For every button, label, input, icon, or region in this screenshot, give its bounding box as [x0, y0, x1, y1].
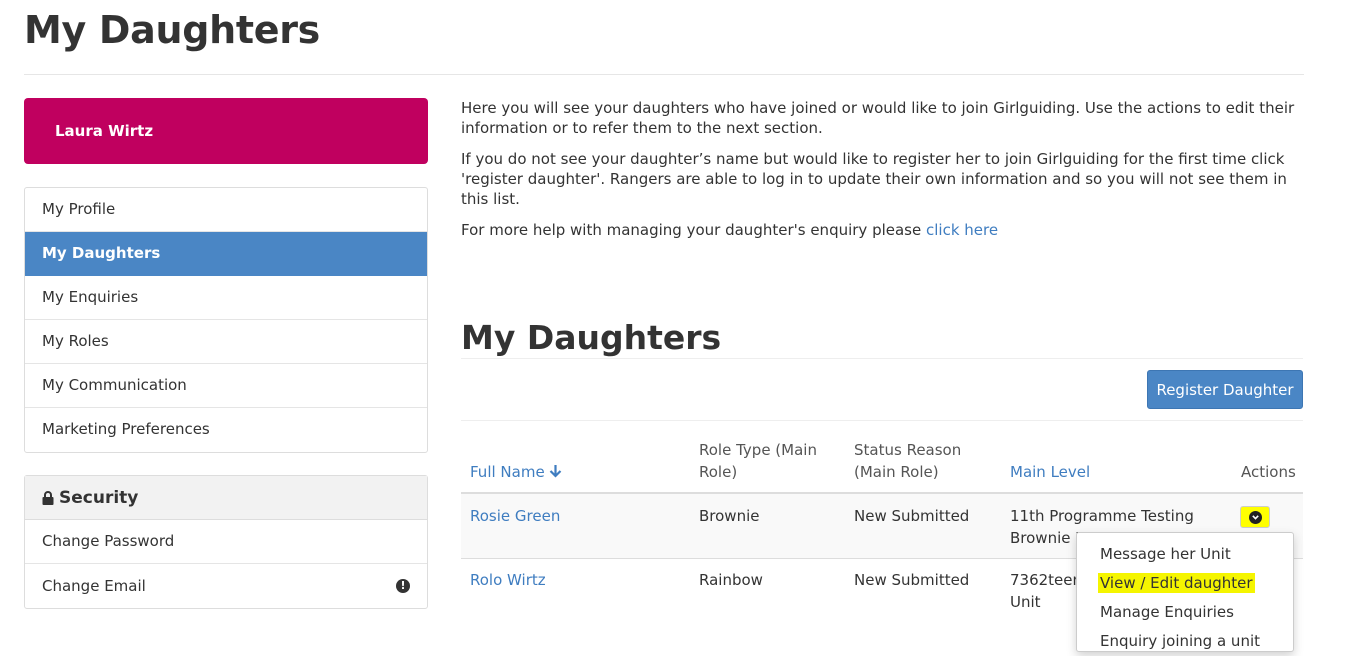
- help-link[interactable]: click here: [926, 221, 998, 239]
- change-email-link[interactable]: Change Email !: [25, 564, 427, 608]
- lock-icon: [42, 490, 54, 505]
- register-daughter-button[interactable]: Register Daughter: [1147, 370, 1303, 409]
- menu-item-label: Manage Enquiries: [1100, 603, 1234, 621]
- column-header-role-type: Role Type (Main Role): [699, 439, 817, 483]
- sidebar-nav: My Profile My Daughters My Enquiries My …: [24, 187, 428, 453]
- section-title: My Daughters: [461, 318, 722, 357]
- change-password-label: Change Password: [42, 532, 175, 550]
- intro-text: Here you will see your daughters who hav…: [461, 98, 1301, 251]
- status-cell: New Submitted: [854, 507, 970, 525]
- sidebar-item-my-roles[interactable]: My Roles: [25, 320, 427, 364]
- user-card: Laura Wirtz: [24, 98, 428, 164]
- info-icon[interactable]: !: [396, 579, 410, 593]
- divider: [24, 74, 1304, 75]
- intro-paragraph-2: If you do not see your daughter’s name b…: [461, 150, 1287, 208]
- menu-item-message-unit[interactable]: Message her Unit: [1077, 540, 1293, 569]
- change-email-label: Change Email: [42, 576, 146, 595]
- menu-item-label: View / Edit daughter: [1098, 573, 1255, 593]
- column-header-full-name[interactable]: Full Name: [470, 461, 562, 483]
- arrow-down-icon: [550, 465, 562, 478]
- help-text: For more help with managing your daughte…: [461, 221, 926, 239]
- intro-paragraph-3: For more help with managing your daughte…: [461, 220, 1301, 240]
- security-heading-label: Security: [59, 487, 139, 508]
- sidebar-item-my-enquiries[interactable]: My Enquiries: [25, 276, 427, 320]
- intro-paragraph-1: Here you will see your daughters who hav…: [461, 99, 1295, 137]
- divider: [461, 358, 1303, 359]
- column-header-main-level[interactable]: Main Level: [1010, 461, 1090, 483]
- user-name: Laura Wirtz: [55, 122, 154, 140]
- main-level-line-1: 11th Programme Testing: [1010, 507, 1194, 525]
- sidebar-item-my-profile[interactable]: My Profile: [25, 188, 427, 232]
- role-cell: Rainbow: [699, 571, 763, 589]
- daughter-name-link[interactable]: Rosie Green: [470, 505, 560, 527]
- role-type-header-line-1: Role Type (Main: [699, 441, 817, 459]
- actions-dropdown-button[interactable]: [1240, 506, 1270, 528]
- menu-item-enquiry-joining-unit[interactable]: Enquiry joining a unit: [1077, 627, 1293, 656]
- menu-item-label: Enquiry joining a unit: [1100, 632, 1260, 650]
- status-header-line-2: (Main Role): [854, 463, 939, 481]
- column-header-actions: Actions: [1241, 463, 1296, 481]
- sidebar-item-my-daughters[interactable]: My Daughters: [25, 232, 427, 276]
- daughter-name-link[interactable]: Rolo Wirtz: [470, 569, 546, 591]
- security-panel: Security Change Password Change Email !: [24, 475, 428, 609]
- menu-item-view-edit-daughter[interactable]: View / Edit daughter: [1077, 569, 1293, 598]
- role-type-header-line-2: Role): [699, 463, 738, 481]
- sidebar-item-marketing-preferences[interactable]: Marketing Preferences: [25, 408, 427, 452]
- status-cell: New Submitted: [854, 571, 970, 589]
- change-password-link[interactable]: Change Password: [25, 520, 427, 564]
- chevron-down-icon: [1248, 510, 1262, 524]
- status-header-line-1: Status Reason: [854, 441, 962, 459]
- column-header-status-reason: Status Reason (Main Role): [854, 439, 961, 483]
- menu-item-label: Message her Unit: [1100, 545, 1231, 563]
- menu-item-manage-enquiries[interactable]: Manage Enquiries: [1077, 598, 1293, 627]
- security-heading: Security: [25, 476, 427, 520]
- actions-dropdown-menu: Message her Unit View / Edit daughter Ma…: [1076, 532, 1294, 652]
- role-cell: Brownie: [699, 507, 760, 525]
- page-title: My Daughters: [24, 8, 321, 52]
- sidebar-item-my-communication[interactable]: My Communication: [25, 364, 427, 408]
- full-name-header-label: Full Name: [470, 463, 545, 481]
- divider: [461, 420, 1303, 421]
